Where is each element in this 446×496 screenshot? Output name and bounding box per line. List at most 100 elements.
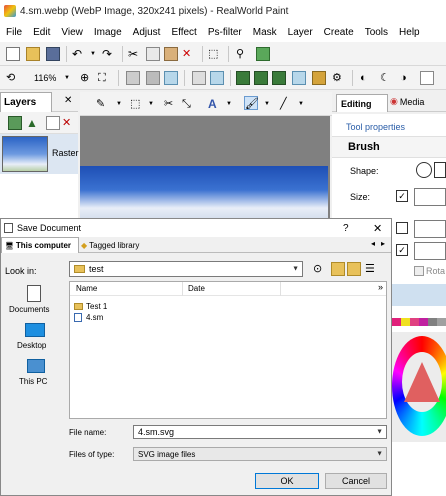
look-in-select[interactable]: test ▼ [69, 261, 303, 277]
help-icon[interactable]: ? [343, 223, 349, 234]
grid-icon[interactable] [8, 116, 22, 130]
tab-editing[interactable]: Editing [336, 94, 388, 112]
paste-icon[interactable] [164, 47, 178, 61]
undo-icon[interactable]: ↶ [72, 47, 86, 61]
square-shape-button[interactable] [434, 162, 446, 178]
moon-icon[interactable]: ☾ [380, 71, 394, 85]
shape-label: Shape: [350, 166, 379, 176]
menu-effect[interactable]: Effect [167, 27, 200, 38]
chevron-down-icon[interactable]: ▼ [264, 97, 278, 111]
frame-icon[interactable] [292, 71, 306, 85]
select-icon[interactable]: ⬚ [208, 47, 222, 61]
ok-button[interactable]: OK [255, 473, 319, 489]
value-input[interactable] [414, 242, 446, 260]
close-icon[interactable]: ✕ [64, 95, 72, 106]
blank-icon[interactable] [420, 71, 434, 85]
pencil-icon[interactable]: ✎ [96, 97, 110, 111]
color-icon[interactable]: ◑ [400, 71, 414, 85]
settings-icon[interactable]: ⚙ [332, 71, 346, 85]
canvas-image[interactable] [80, 166, 328, 226]
checkbox[interactable] [396, 222, 408, 234]
effect-icon[interactable] [236, 71, 250, 85]
menu-ps-filter[interactable]: Ps-filter [204, 27, 246, 38]
column-name[interactable]: Name [76, 284, 97, 293]
menu-image[interactable]: Image [90, 27, 126, 38]
back-icon[interactable]: ⊙ [313, 262, 327, 276]
chevron-down-icon[interactable]: ▼ [148, 97, 162, 111]
chevron-down-icon[interactable]: ▼ [226, 97, 240, 111]
view-icon[interactable] [192, 71, 206, 85]
list-item[interactable]: 4.sm [74, 311, 103, 323]
cut-icon[interactable]: ✂ [128, 47, 142, 61]
file-type-select[interactable]: SVG image files ▼ [133, 447, 387, 461]
place-documents[interactable]: Documents [5, 283, 65, 317]
image-icon[interactable] [256, 47, 270, 61]
place-desktop[interactable]: Desktop [5, 321, 65, 353]
transform-icon[interactable]: ⤡ [182, 97, 196, 111]
tab-media[interactable]: ◉ Media [390, 96, 424, 107]
text-icon[interactable]: A [208, 97, 222, 111]
fit-icon[interactable]: ⛶ [98, 71, 112, 85]
tab-layers[interactable]: Layers [0, 92, 52, 112]
chevron-down-icon[interactable]: ▼ [116, 97, 130, 111]
file-name-field[interactable]: 4.sm.svg ▼ [133, 425, 387, 439]
tab-scroll-right-icon[interactable]: ▸ [381, 239, 385, 248]
contrast-icon[interactable]: ◐ [360, 71, 374, 85]
delete-icon[interactable]: ✕ [182, 47, 196, 61]
new-icon[interactable] [6, 47, 20, 61]
rotate-checkbox[interactable] [414, 266, 424, 276]
menu-file[interactable]: File [2, 27, 26, 38]
color-swatches[interactable] [392, 318, 446, 326]
file-list-scrollbar[interactable] [379, 281, 387, 419]
rotate-icon[interactable]: ⟲ [6, 71, 20, 85]
delete-layer-icon[interactable]: ✕ [62, 116, 76, 130]
tab-this-computer[interactable]: 🖥 This computer [1, 237, 79, 253]
menu-tools[interactable]: Tools [361, 27, 392, 38]
palette-icon[interactable] [210, 71, 224, 85]
up-folder-icon[interactable] [331, 262, 345, 276]
effect-icon[interactable] [254, 71, 268, 85]
menu-edit[interactable]: Edit [29, 27, 54, 38]
zoom-in-icon[interactable]: ⊕ [80, 71, 94, 85]
canvas-icon[interactable] [164, 71, 178, 85]
grid-icon[interactable] [126, 71, 140, 85]
layer-row[interactable]: Raster [0, 134, 79, 174]
menu-layer[interactable]: Layer [284, 27, 317, 38]
selection-icon[interactable]: ⬚ [130, 97, 144, 111]
effect-icon[interactable] [272, 71, 286, 85]
save-icon[interactable] [46, 47, 60, 61]
zoom-level[interactable]: 116% [34, 73, 56, 83]
menu-view[interactable]: View [57, 27, 87, 38]
new-folder-icon[interactable] [347, 262, 361, 276]
column-date[interactable]: Date [188, 284, 205, 293]
saturation-triangle[interactable] [404, 362, 440, 402]
view-menu-icon[interactable]: ☰ [365, 262, 379, 276]
new-layer-icon[interactable] [46, 116, 60, 130]
tab-tagged-library[interactable]: ◆ Tagged library [81, 238, 139, 253]
eyedropper-icon[interactable]: ⚲ [236, 47, 250, 61]
checkbox[interactable]: ✓ [396, 244, 408, 256]
value-input[interactable] [414, 220, 446, 238]
redo-icon[interactable]: ↷ [102, 47, 116, 61]
size-checkbox[interactable]: ✓ [396, 190, 408, 202]
scissors-icon[interactable]: ✂ [164, 97, 178, 111]
tree-icon[interactable]: ▲ [26, 116, 40, 130]
layers-icon[interactable] [146, 71, 160, 85]
line-icon[interactable]: ╱ [280, 97, 294, 111]
close-icon[interactable]: ✕ [373, 222, 382, 235]
cancel-button[interactable]: Cancel [325, 473, 387, 489]
chevron-down-icon[interactable]: ▼ [298, 97, 312, 111]
round-shape-button[interactable] [416, 162, 432, 178]
tab-scroll-left-icon[interactable]: ◂ [371, 239, 375, 248]
zoom-dropdown-icon[interactable]: ▼ [64, 71, 78, 85]
brush-icon[interactable]: 🖌 [244, 96, 259, 110]
place-this-pc[interactable]: This PC [5, 357, 65, 389]
menu-mask[interactable]: Mask [249, 27, 281, 38]
open-folder-icon[interactable] [26, 47, 40, 61]
menu-adjust[interactable]: Adjust [129, 27, 165, 38]
brush-tool-icon[interactable] [312, 71, 326, 85]
menu-help[interactable]: Help [395, 27, 424, 38]
menu-create[interactable]: Create [320, 27, 358, 38]
size-input[interactable] [414, 188, 446, 206]
copy-icon[interactable] [146, 47, 160, 61]
